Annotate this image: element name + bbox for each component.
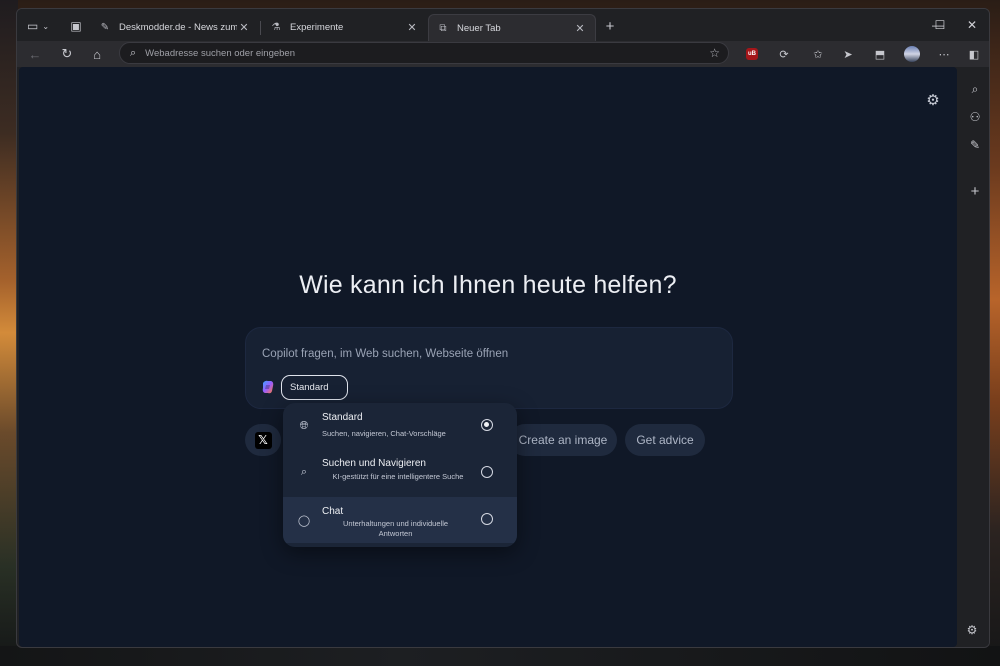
more-dots-icon: ⋯ bbox=[938, 48, 950, 61]
screenshot-button[interactable]: ⬒ bbox=[871, 45, 889, 63]
edge-sidebar: ⌕ ⚇ ✎ + bbox=[959, 67, 989, 647]
radio-unselected-icon[interactable] bbox=[481, 466, 493, 478]
search-icon: ⌕ bbox=[971, 81, 979, 96]
sidebar-toggle-button[interactable]: ◧ bbox=[965, 45, 983, 63]
search-icon: ⌕ bbox=[130, 46, 137, 59]
extension-button[interactable]: ⟳ bbox=[775, 45, 793, 63]
tab-experimente[interactable]: ⚗ Experimente ✕ bbox=[262, 14, 427, 41]
back-button[interactable]: ← bbox=[25, 44, 45, 64]
gear-icon: ⚙ bbox=[926, 92, 940, 109]
address-input[interactable]: Webadresse suchen oder eingeben bbox=[145, 48, 709, 59]
tab-title: Neuer Tab bbox=[457, 22, 501, 34]
radio-unselected-icon[interactable] bbox=[481, 513, 493, 525]
brush-icon: ✎ bbox=[969, 138, 981, 152]
plus-icon: + bbox=[605, 17, 615, 35]
maximize-icon: ☐ bbox=[934, 18, 946, 32]
close-icon[interactable]: ✕ bbox=[573, 22, 587, 35]
send-icon: ➤ bbox=[843, 48, 853, 61]
compose-input[interactable]: Copilot fragen, im Web suchen, Webseite … bbox=[262, 348, 508, 360]
close-icon: ✕ bbox=[966, 18, 978, 32]
tab-neuer-tab[interactable]: ⧉ Neuer Tab ✕ bbox=[428, 14, 596, 41]
flask-icon: ⚗ bbox=[271, 22, 281, 33]
mode-option-title: Standard bbox=[322, 412, 363, 423]
maximize-button[interactable]: ☐ bbox=[925, 15, 955, 35]
search-icon: ⌕ bbox=[300, 465, 308, 478]
sidebar-panel-icon: ◧ bbox=[968, 48, 980, 61]
avatar bbox=[904, 46, 920, 62]
sidebar-toggle-icon: ▭ bbox=[26, 19, 39, 33]
chat-bubble-icon: ◯ bbox=[297, 514, 311, 527]
address-bar[interactable]: ⌕ Webadresse suchen oder eingeben ☆ bbox=[119, 42, 729, 64]
mode-option-standard[interactable]: 🌐︎ Standard Suchen, navigieren, Chat-Vor… bbox=[283, 403, 517, 449]
plus-icon: + bbox=[970, 182, 980, 200]
globe-icon: 🌐︎ bbox=[299, 419, 309, 432]
page-title: Wie kann ich Ihnen heute helfen? bbox=[299, 271, 677, 299]
close-icon[interactable]: ✕ bbox=[237, 21, 251, 34]
taskbar-edge bbox=[0, 646, 1000, 666]
arrow-left-icon: ← bbox=[28, 46, 42, 62]
tab-actions-menu-button[interactable]: ▭ ⌄ bbox=[23, 15, 53, 37]
x-logo-icon: 𝕏 bbox=[254, 431, 272, 449]
new-tab-page: ⚙ Wie kann ich Ihnen heute helfen? Copil… bbox=[19, 67, 957, 647]
browser-window: ▭⌄ ▣ ✎ Deskmodder.de - News zum The ✕ ⚗ … bbox=[16, 8, 990, 648]
address-toolbar: ← ↻ ⌂ ⌕ Webadresse suchen oder eingeben … bbox=[17, 41, 989, 67]
send-button[interactable]: ➤ bbox=[839, 45, 857, 63]
sidebar-tools-button[interactable]: ✎ bbox=[965, 135, 985, 155]
mode-select-button[interactable]: Standard bbox=[281, 375, 348, 400]
close-icon[interactable]: ✕ bbox=[405, 21, 419, 34]
favorites-icon: ✩ bbox=[813, 48, 823, 61]
workspaces-icon: ▣ bbox=[70, 19, 82, 33]
new-tab-button[interactable]: + bbox=[600, 15, 620, 37]
reload-icon: ↻ bbox=[61, 46, 73, 61]
home-icon: ⌂ bbox=[93, 46, 101, 62]
home-button[interactable]: ⌂ bbox=[87, 44, 107, 64]
profile-button[interactable] bbox=[903, 45, 921, 63]
radio-selected-icon[interactable] bbox=[481, 419, 493, 431]
mode-option-description: Suchen, navigieren, Chat-Vorschläge bbox=[322, 429, 446, 438]
mode-option-description: Unterhaltungen und individuelle Antworte… bbox=[342, 519, 449, 539]
workspaces-button[interactable]: ▣ bbox=[67, 15, 85, 37]
tab-bar: ▭⌄ ▣ ✎ Deskmodder.de - News zum The ✕ ⚗ … bbox=[17, 9, 989, 41]
ublock-icon: uB bbox=[746, 48, 758, 60]
minimize-spacer bbox=[893, 15, 923, 35]
newtab-icon: ⧉ bbox=[439, 22, 447, 34]
people-icon: ⚇ bbox=[969, 110, 981, 124]
tab-deskmodder[interactable]: ✎ Deskmodder.de - News zum The ✕ bbox=[91, 14, 259, 41]
page-settings-button[interactable]: ⚙ bbox=[924, 91, 942, 109]
create-image-chip[interactable]: Create an image bbox=[509, 424, 617, 456]
sidebar-shopping-button[interactable]: ⚇ bbox=[965, 107, 985, 127]
mode-option-title: Suchen und Navigieren bbox=[322, 458, 426, 469]
mode-option-title: Chat bbox=[322, 506, 344, 517]
pen-icon: ✎ bbox=[100, 22, 110, 33]
sidebar-settings-button[interactable]: ⚙ bbox=[963, 621, 981, 639]
copilot-logo-icon bbox=[262, 380, 274, 394]
close-window-button[interactable]: ✕ bbox=[957, 15, 987, 35]
favorites-button[interactable]: ✩ bbox=[809, 45, 827, 63]
mode-dropdown-menu: 🌐︎ Standard Suchen, navigieren, Chat-Vor… bbox=[283, 403, 517, 547]
sidebar-search-button[interactable]: ⌕ bbox=[965, 79, 985, 99]
get-advice-chip[interactable]: Get advice bbox=[625, 424, 705, 456]
tab-title: Deskmodder.de - News zum The bbox=[119, 22, 237, 33]
settings-more-button[interactable]: ⋯ bbox=[935, 45, 953, 63]
tab-separator bbox=[260, 21, 261, 35]
sidebar-add-button[interactable]: + bbox=[965, 181, 985, 201]
gear-icon: ⚙ bbox=[966, 623, 978, 637]
mode-option-chat[interactable]: ◯ Chat Unterhaltungen und individuelle A… bbox=[283, 497, 517, 543]
screenshot-icon: ⬒ bbox=[874, 48, 886, 61]
chevron-down-icon: ⌄ bbox=[42, 21, 50, 31]
x-suggestion-chip[interactable]: 𝕏 bbox=[245, 424, 281, 456]
ublock-extension-button[interactable]: uB bbox=[743, 45, 761, 63]
copilot-compose-box[interactable]: Copilot fragen, im Web suchen, Webseite … bbox=[245, 327, 733, 409]
circle-arrow-icon: ⟳ bbox=[779, 48, 789, 61]
mode-option-description: KI-gestützt für eine intelligentere Such… bbox=[332, 472, 464, 481]
favorite-star-icon[interactable]: ☆ bbox=[709, 46, 720, 60]
mode-option-search[interactable]: ⌕ Suchen und Navigieren KI-gestützt für … bbox=[283, 449, 517, 495]
reload-button[interactable]: ↻ bbox=[57, 44, 77, 64]
tab-title: Experimente bbox=[290, 22, 344, 33]
